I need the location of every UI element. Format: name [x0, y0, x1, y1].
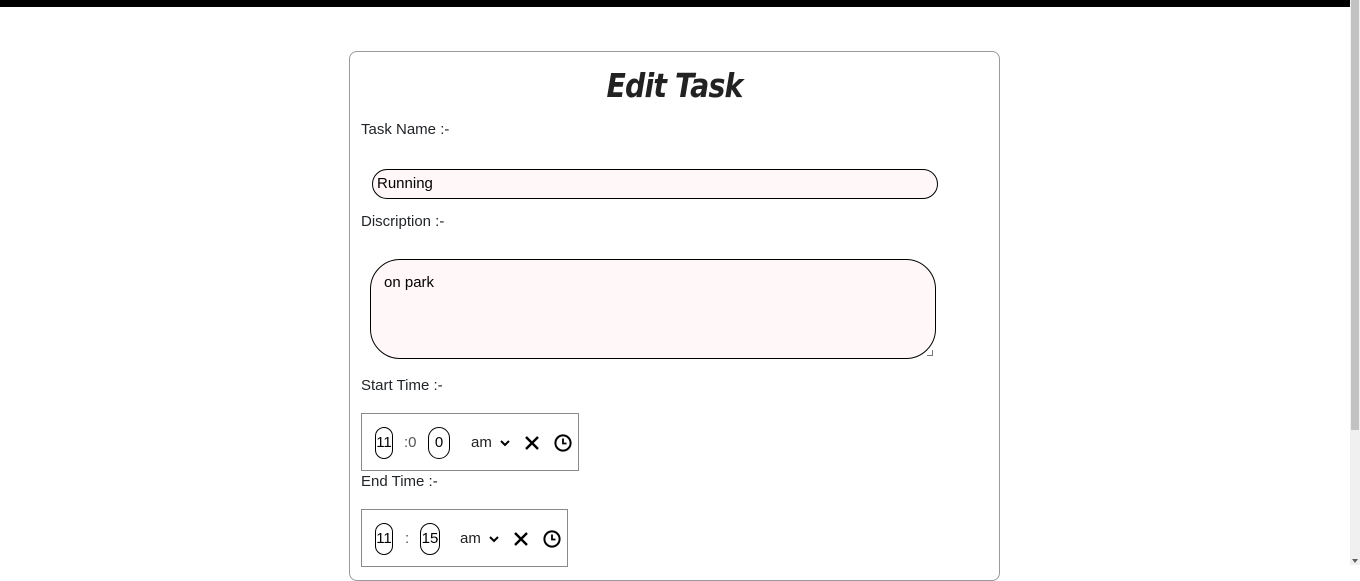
start-ampm-value: am — [471, 434, 492, 451]
task-name-label: Task Name :- — [361, 121, 450, 138]
end-time-label: End Time :- — [361, 473, 438, 490]
start-time-label: Start Time :- — [361, 377, 443, 394]
clear-time-icon[interactable] — [522, 433, 542, 453]
end-hour-field[interactable]: 11 — [375, 523, 393, 555]
end-ampm-value: am — [460, 530, 481, 547]
end-time-picker: 11 : 15 am — [361, 509, 568, 567]
description-label: Discription :- — [361, 213, 445, 230]
clear-time-icon[interactable] — [511, 529, 531, 549]
scroll-down-arrow-icon[interactable] — [1352, 559, 1358, 563]
start-time-separator: :0 — [404, 434, 417, 451]
page-scrollbar[interactable] — [1350, 0, 1360, 565]
scrollbar-thumb[interactable] — [1351, 0, 1359, 430]
start-ampm-select[interactable]: am — [471, 427, 510, 459]
edit-task-card: Edit Task Task Name :- Running Discripti… — [349, 51, 1000, 581]
end-time-separator: : — [405, 530, 410, 547]
resize-grip-icon[interactable] — [927, 350, 933, 356]
chevron-down-icon — [489, 536, 499, 543]
start-time-picker: 11 :0 0 am — [361, 413, 579, 471]
chevron-down-icon — [500, 440, 510, 447]
start-hour-field[interactable]: 11 — [375, 427, 393, 459]
description-textarea[interactable]: on park — [370, 259, 936, 359]
page-title: Edit Task — [606, 66, 743, 105]
task-name-input[interactable]: Running — [372, 169, 938, 199]
browser-top-bar — [0, 0, 1350, 7]
start-minute-field[interactable]: 0 — [428, 427, 450, 459]
end-minute-field[interactable]: 15 — [420, 523, 440, 555]
description-text: on park — [384, 274, 435, 291]
clock-icon[interactable] — [553, 433, 573, 453]
end-ampm-select[interactable]: am — [460, 523, 499, 555]
clock-icon[interactable] — [542, 529, 562, 549]
